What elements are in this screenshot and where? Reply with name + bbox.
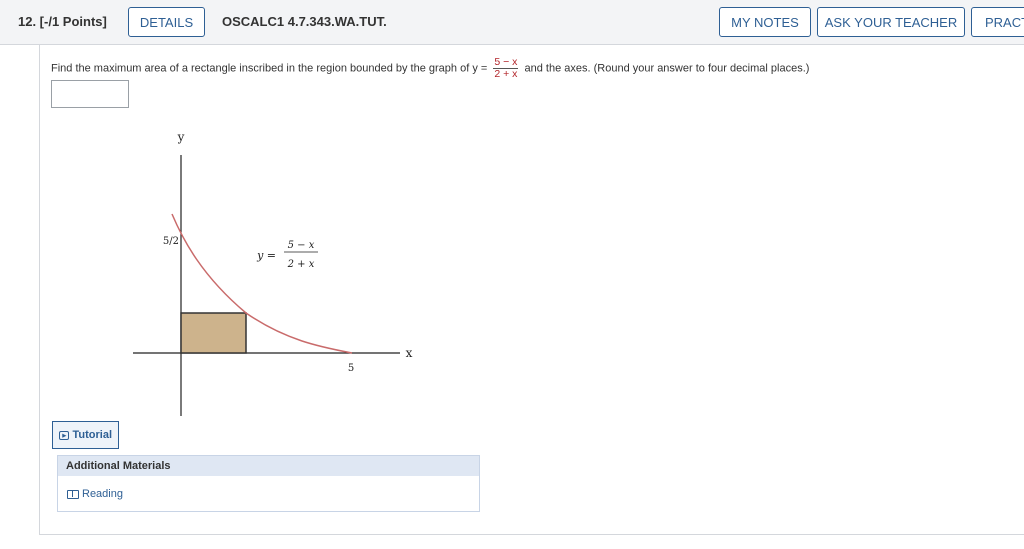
book-icon xyxy=(67,489,79,499)
prompt-text-after: and the axes. (Round your answer to four… xyxy=(524,62,810,75)
practice-button[interactable]: PRACT xyxy=(971,7,1024,37)
tutorial-label: Tutorial xyxy=(72,429,112,441)
prompt-y-eq: y = xyxy=(472,62,488,75)
tutorial-button[interactable]: ▶ Tutorial xyxy=(52,421,119,449)
details-button[interactable]: DETAILS xyxy=(128,7,205,37)
equation-denominator: 2 + x xyxy=(287,259,315,270)
fraction-denominator: 2 + x xyxy=(494,68,518,80)
inscribed-rectangle xyxy=(180,312,247,354)
equation-lhs: y = xyxy=(256,249,276,262)
question-prompt: Find the maximum area of a rectangle ins… xyxy=(51,57,809,80)
prompt-text-before: Find the maximum area of a rectangle ins… xyxy=(51,62,470,75)
x-intercept-label: 5 xyxy=(348,363,354,374)
my-notes-button[interactable]: MY NOTES xyxy=(719,7,811,37)
prompt-fraction: 5 − x 2 + x xyxy=(493,57,519,80)
question-header: 12. [-/1 Points] DETAILS OSCALC1 4.7.343… xyxy=(0,0,1024,45)
y-intercept-label: 5/2 xyxy=(163,236,179,247)
answer-input[interactable] xyxy=(51,80,129,108)
reading-link[interactable]: Reading xyxy=(67,488,123,500)
equation-numerator: 5 − x xyxy=(288,240,315,251)
ask-your-teacher-button[interactable]: ASK YOUR TEACHER xyxy=(817,7,965,37)
rectangle-graph: y x 5/2 5 y = 5 − x 2 + x xyxy=(133,130,413,416)
question-code: OSCALC1 4.7.343.WA.TUT. xyxy=(222,14,387,29)
tutorial-icon: ▶ xyxy=(59,430,70,440)
additional-materials: Additional Materials Reading xyxy=(57,455,480,512)
y-axis-label: y xyxy=(177,130,185,144)
x-axis-label: x xyxy=(406,346,413,360)
reading-label: Reading xyxy=(82,488,123,500)
question-points-label: 12. [-/1 Points] xyxy=(18,14,107,29)
additional-materials-heading: Additional Materials xyxy=(58,456,479,476)
